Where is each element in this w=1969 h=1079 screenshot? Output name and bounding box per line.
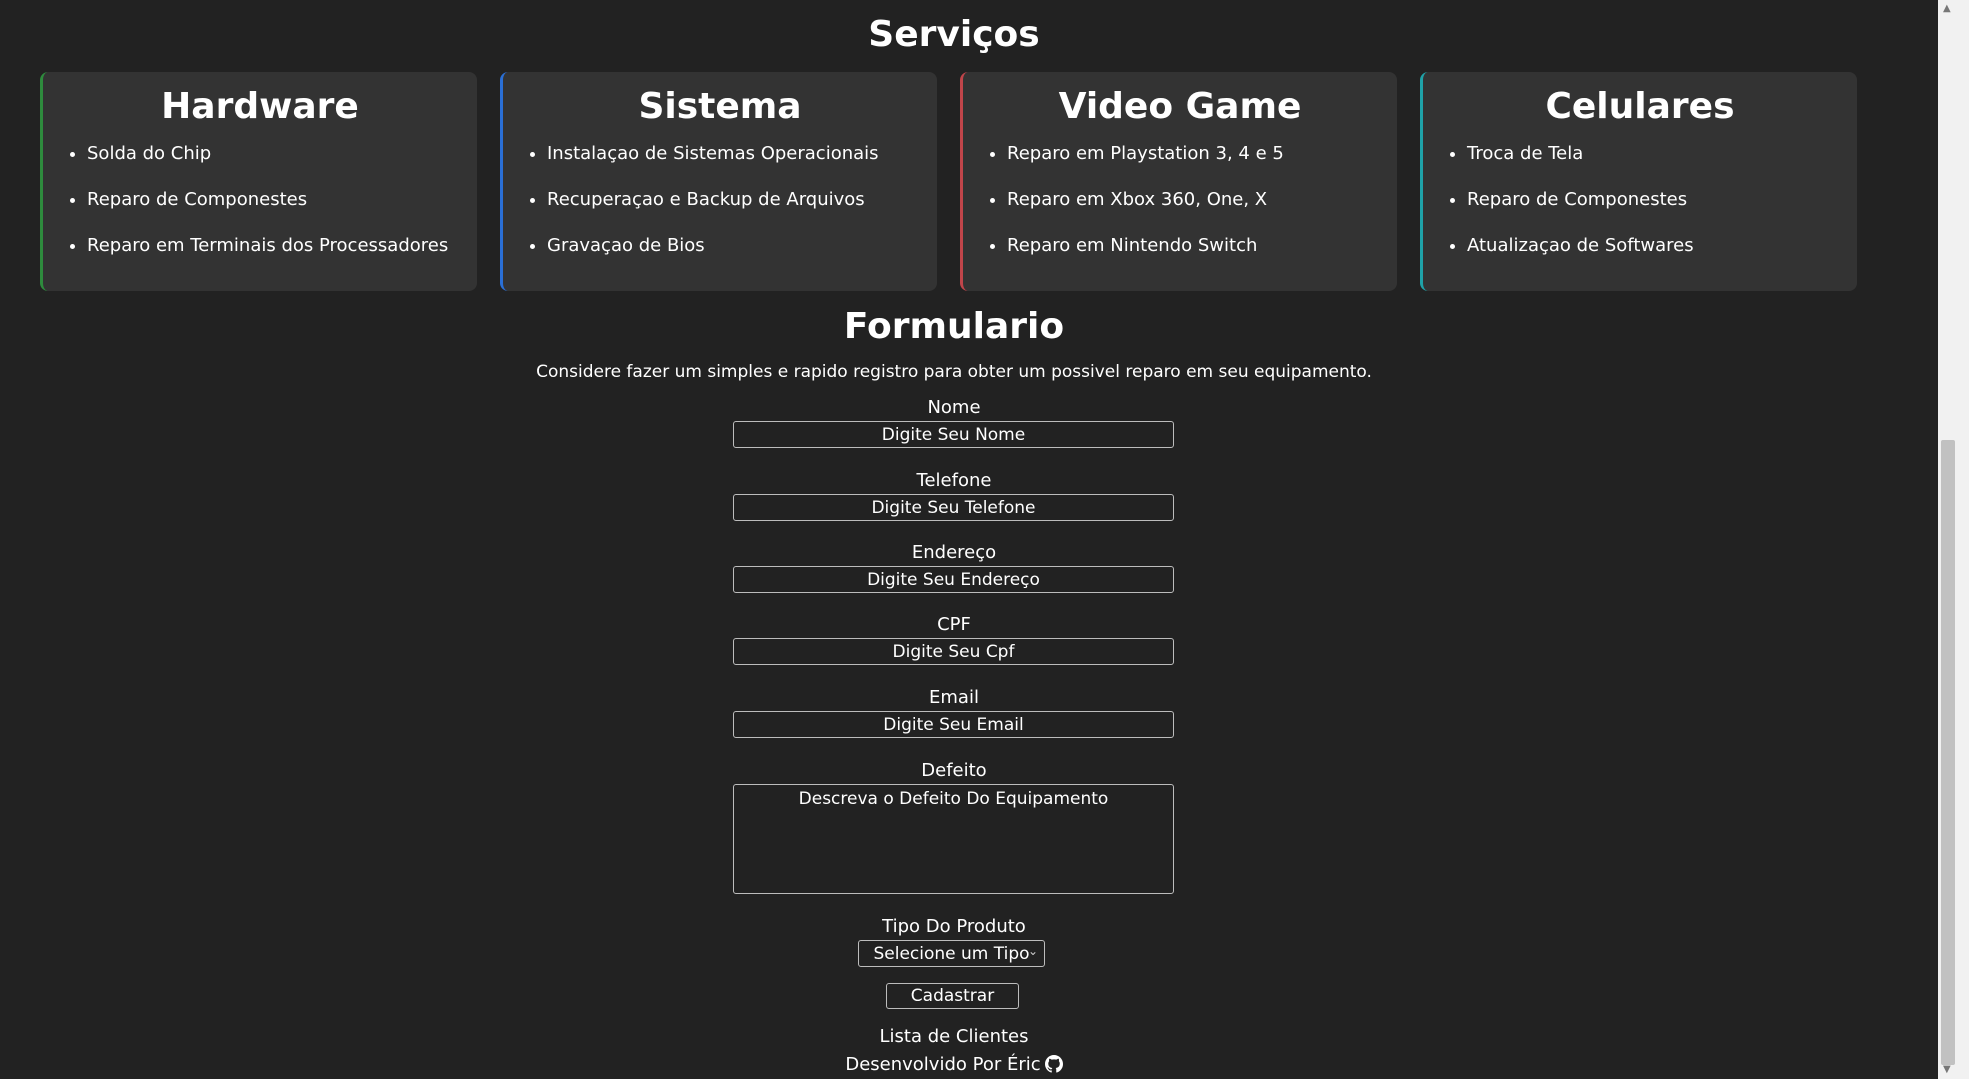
page: Serviços Hardware Solda do Chip Reparo d… <box>0 0 1938 1079</box>
card-title: Sistema <box>638 86 802 127</box>
product-type-select[interactable]: Selecione um Tipo ⌄ <box>858 940 1045 967</box>
defect-label: Defeito <box>921 760 987 781</box>
name-input[interactable] <box>733 421 1174 448</box>
list-item: Solda do Chip <box>87 143 477 165</box>
service-card-video-game: Video Game Reparo em Playstation 3, 4 e … <box>960 72 1397 291</box>
github-icon[interactable] <box>1044 1055 1063 1073</box>
service-list: Reparo em Playstation 3, 4 e 5 Reparo em… <box>963 143 1397 257</box>
cpf-label: CPF <box>937 614 971 635</box>
list-item: Atualizaçao de Softwares <box>1467 235 1857 257</box>
footer-text: Desenvolvido Por Éric <box>845 1054 1041 1075</box>
cpf-input[interactable] <box>733 638 1174 665</box>
list-item: Reparo em Playstation 3, 4 e 5 <box>1007 143 1397 165</box>
list-item: Troca de Tela <box>1467 143 1857 165</box>
form-description: Considere fazer um simples e rapido regi… <box>536 362 1372 382</box>
service-list: Troca de Tela Reparo de Componestes Atua… <box>1423 143 1857 257</box>
card-title: Video Game <box>1058 86 1302 127</box>
list-item: Reparo em Nintendo Switch <box>1007 235 1397 257</box>
select-value: Selecione um Tipo <box>873 943 1030 964</box>
service-list: Instalaçao de Sistemas Operacionais Recu… <box>503 143 937 257</box>
clients-list-link[interactable]: Lista de Clientes <box>0 1026 1908 1047</box>
email-label: Email <box>929 687 979 708</box>
list-item: Reparo em Terminais dos Processadores <box>87 235 477 257</box>
list-item: Gravaçao de Bios <box>547 235 937 257</box>
product-type-label: Tipo Do Produto <box>882 916 1026 937</box>
list-item: Reparo em Xbox 360, One, X <box>1007 189 1397 211</box>
services-title: Serviços <box>868 14 1040 55</box>
phone-label: Telefone <box>916 470 992 491</box>
defect-textarea[interactable] <box>733 784 1174 894</box>
name-label: Nome <box>927 397 981 418</box>
submit-button[interactable]: Cadastrar <box>886 983 1019 1009</box>
card-title: Hardware <box>161 86 359 127</box>
service-card-hardware: Hardware Solda do Chip Reparo de Compone… <box>40 72 477 291</box>
card-title: Celulares <box>1545 86 1735 127</box>
chevron-down-icon: ⌄ <box>1027 944 1038 958</box>
scroll-up-icon[interactable]: ▲ <box>1943 4 1951 14</box>
phone-input[interactable] <box>733 494 1174 521</box>
footer: Desenvolvido Por Éric <box>0 1054 1908 1075</box>
address-input[interactable] <box>733 566 1174 593</box>
list-item: Instalaçao de Sistemas Operacionais <box>547 143 937 165</box>
form-title: Formulario <box>843 306 1065 347</box>
list-item: Reparo de Componestes <box>1467 189 1857 211</box>
list-item: Reparo de Componestes <box>87 189 477 211</box>
scroll-down-icon[interactable]: ▼ <box>1943 1065 1951 1075</box>
email-input[interactable] <box>733 711 1174 738</box>
service-list: Solda do Chip Reparo de Componestes Repa… <box>43 143 477 257</box>
service-card-celulares: Celulares Troca de Tela Reparo de Compon… <box>1420 72 1857 291</box>
address-label: Endereço <box>911 542 997 563</box>
service-card-sistema: Sistema Instalaçao de Sistemas Operacion… <box>500 72 937 291</box>
scrollbar-thumb[interactable] <box>1941 440 1955 1065</box>
list-item: Recuperaçao e Backup de Arquivos <box>547 189 937 211</box>
